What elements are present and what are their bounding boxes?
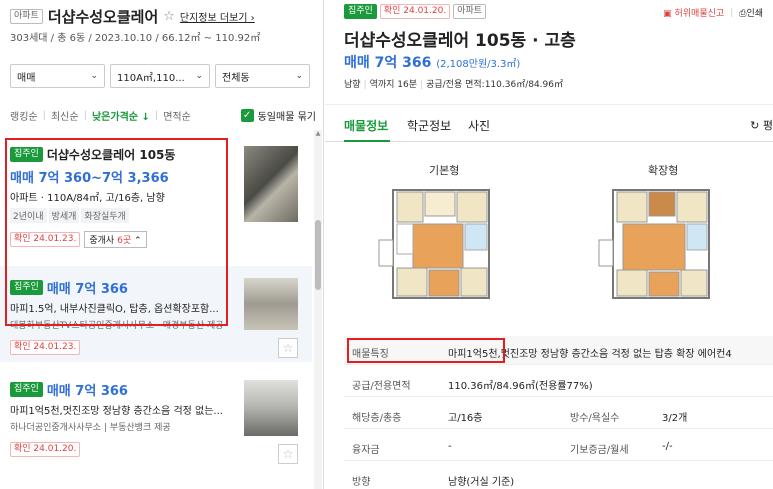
dong-select[interactable]: 전체동 ⌄ [215,64,310,88]
report-button[interactable]: ▣ 허위매물신고 [663,6,724,19]
detail-actions: ▣ 허위매물신고 | ⎙인쇄 [663,6,763,20]
highlight-box [5,138,228,326]
complex-info: 303세대 / 총 6동 / 2023.10.10 / 66.12㎡ ~ 110… [10,33,261,44]
table-row: 해당층/총층 고/16층 방수/욕실수 3/2개 [344,400,773,429]
sort-area[interactable]: 면적순 [163,108,191,123]
complex-header: 아파트 더샵수성오클레어 ☆ 단지정보 더보기 › 303세대 / 총 6동 /… [10,6,320,44]
listing-list: 집주인 더샵수성오클레어 105동 매매 7억 360~7억 3,366 아파트… [0,130,312,489]
chevron-down-icon: ⌄ [195,71,203,81]
detail-tabs: 매물정보 학군정보 사진 ↻ 평 [325,104,773,142]
sort-latest[interactable]: 최신순 [51,108,79,123]
table-row: 융자금 - 기보증금/월세 -/- [344,432,773,461]
owner-badge: 집주인 [344,4,377,19]
listing-photo[interactable] [244,146,298,222]
plan-label-basic: 기본형 [429,164,460,177]
owner-badge: 집주인 [10,382,43,397]
confirm-date: 확인 24.01.23. [10,340,81,355]
area-select[interactable]: 110A㎡,110... ⌄ [110,64,210,88]
confirm-date: 확인 24.01.20. [10,442,81,457]
favorite-star-icon[interactable]: ☆ [278,444,298,464]
listing-photo[interactable] [244,278,298,330]
refresh-icon: ↻ [750,119,760,132]
favorite-star-icon[interactable]: ☆ [163,9,175,24]
detail-badges: 집주인 확인 24.01.20. 아파트 [344,4,487,19]
listing-panel: 아파트 더샵수성오클레어 ☆ 단지정보 더보기 › 303세대 / 총 6동 /… [0,0,324,489]
list-scrollbar[interactable]: ▲ [314,130,322,489]
same-listing-toggle[interactable]: ✓ 동일매물 묶기 [240,108,316,123]
detail-panel: 집주인 확인 24.01.20. 아파트 ▣ 허위매물신고 | ⎙인쇄 더샵수성… [325,0,773,489]
complex-name: 더샵수성오클레어 [47,7,159,26]
active-tab-indicator [344,140,390,142]
highlight-box [347,338,505,363]
detail-info: 남향 | 역까지 16분 | 공급/전용 면적:110.36㎡/84.96㎡ [344,80,563,90]
checkbox-checked-icon: ✓ [240,109,254,122]
chevron-down-icon: ⌄ [90,71,98,81]
detail-title: 더샵수성오클레어 105동 · 고층 [344,31,576,51]
scrollbar-thumb[interactable] [315,220,321,290]
trade-type-select[interactable]: 매매 ⌄ [10,64,105,88]
favorite-star-icon[interactable]: ☆ [278,338,298,358]
scroll-up-icon[interactable]: ▲ [314,130,322,137]
floor-plan-extended[interactable] [593,180,723,310]
listing-photo[interactable] [244,380,298,436]
tab-photos[interactable]: 사진 [468,117,490,134]
type-tag: 아파트 [453,4,487,19]
floor-plan-basic[interactable] [373,180,503,310]
listing-price: 매매 7억 366 [46,384,128,399]
print-button[interactable]: ⎙인쇄 [739,6,763,19]
chevron-down-icon: ⌄ [295,71,303,81]
table-row: 방향 남향(거실 기준) [352,477,515,488]
tab-listing-info[interactable]: 매물정보 [344,117,388,134]
table-row: 공급/전용면적 110.36㎡/84.96㎡(전용률77%) [344,368,773,397]
tab-school-info[interactable]: 학군정보 [407,117,451,134]
filter-bar: 매매 ⌄ 110A㎡,110... ⌄ 전체동 ⌄ [10,64,310,88]
complex-info-link[interactable]: 단지정보 더보기 › [180,9,255,24]
sort-bar: 랭킹순 | 최신순 | 낮은가격순 ↓ | 면적순 ✓ 동일매물 묶기 [10,108,316,123]
detail-price: 매매 7억 366 (2,108만원/3.3㎡) [344,55,521,71]
area-unit-toggle[interactable]: ↻ 평 [750,117,773,133]
listing-detail: 마피1억5천,멋진조망 정남향 층간소음 걱정 없는... [10,406,223,417]
type-tag: 아파트 [10,8,43,24]
plan-label-extended: 확장형 [648,164,679,177]
sort-ranking[interactable]: 랭킹순 [10,108,38,123]
sort-low-price[interactable]: 낮은가격순 ↓ [92,108,150,123]
confirm-date: 확인 24.01.20. [379,4,451,19]
list-item[interactable]: 집주인 매매 7억 366 마피1억5천,멋진조망 정남향 층간소음 걱정 없는… [0,366,312,476]
